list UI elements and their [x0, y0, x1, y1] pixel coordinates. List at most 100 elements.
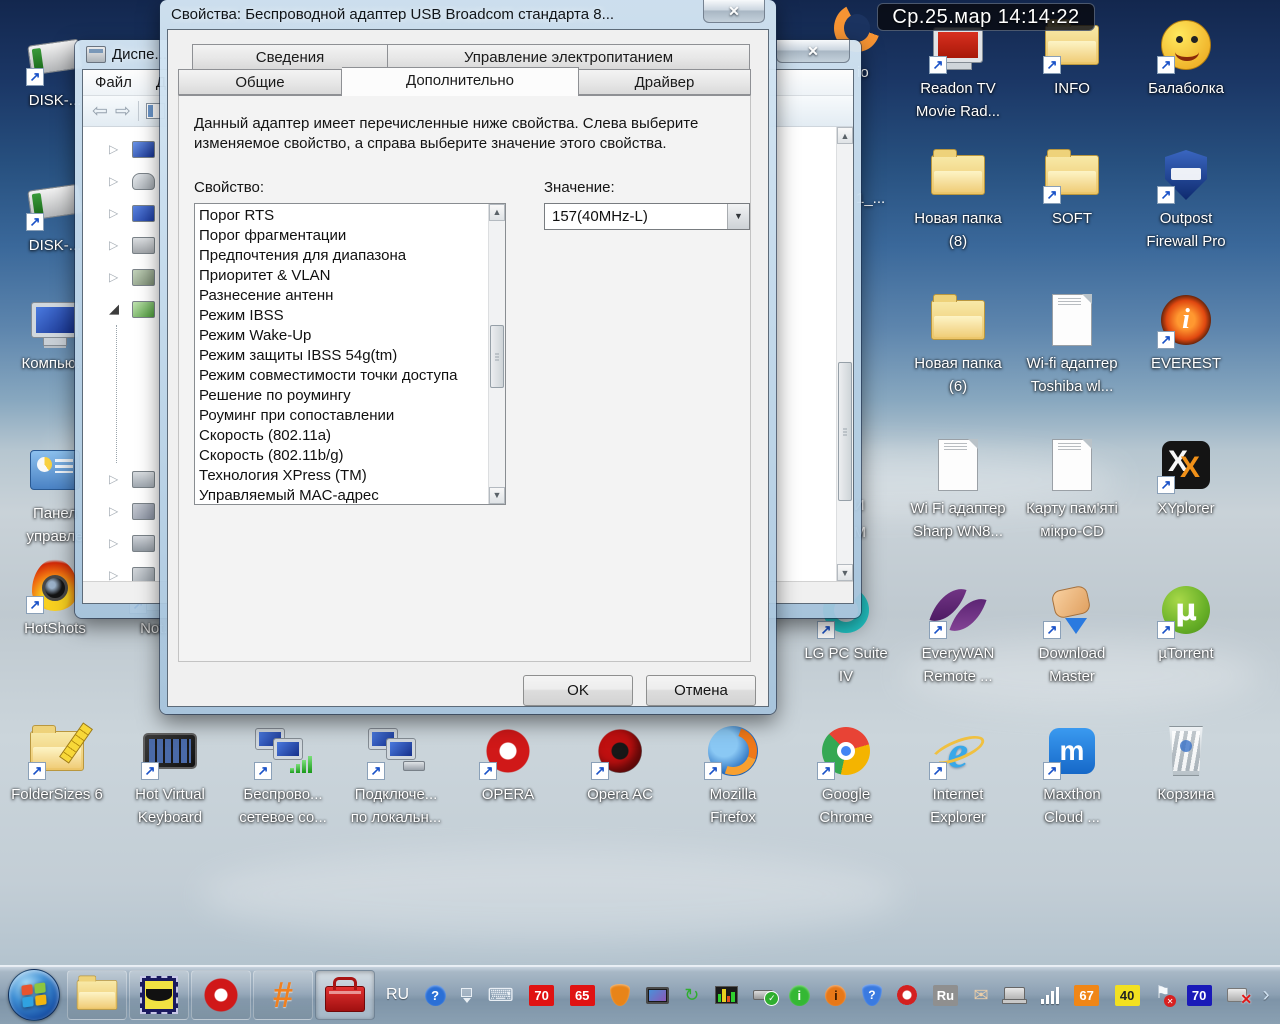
equalizer-tray-icon[interactable] — [714, 986, 738, 1004]
scroll-down-icon[interactable]: ▼ — [489, 486, 505, 504]
tab-driver[interactable]: Драйвер — [579, 69, 751, 95]
property-item[interactable]: Порог RTS — [199, 206, 488, 226]
desktop-icon-download-master[interactable]: ↗ Download Master — [1020, 581, 1124, 689]
desktop-icon-firefox[interactable]: ↗ Mozilla Firefox — [681, 722, 785, 830]
desktop-icon-wifi-sharp[interactable]: Wi Fi адаптер Sharp WN8... — [906, 436, 1010, 544]
expand-icon[interactable]: ▷ — [109, 206, 123, 220]
scrollbar-track[interactable] — [489, 221, 505, 487]
taskbar-opera-button[interactable] — [191, 970, 251, 1020]
desktop-icon-readon-tv[interactable]: ↗ Readon TV Movie Rad... — [906, 16, 1010, 124]
desktop-icon-everywan[interactable]: ↗ EveryWAN Remote ... — [906, 581, 1010, 689]
load-badge-67-orange[interactable]: 67 — [1074, 984, 1100, 1006]
scrollbar-track[interactable] — [837, 144, 853, 564]
cancel-button[interactable]: Отмена — [646, 675, 756, 706]
dialog-close-button[interactable]: ✕ — [703, 0, 765, 23]
device-manager-close-button[interactable]: ✕ — [776, 40, 850, 63]
property-item[interactable]: Скорость (802.11a) — [199, 426, 488, 446]
scroll-down-icon[interactable]: ▼ — [837, 564, 853, 581]
property-item[interactable]: Скорость (802.11b/g) — [199, 446, 488, 466]
taskbar-hash-button[interactable]: # — [253, 970, 313, 1020]
temp-badge-70-red[interactable]: 70 — [529, 984, 555, 1006]
action-center-flag-icon[interactable]: ✕ — [1155, 983, 1177, 1007]
property-item[interactable]: Режим IBSS — [199, 306, 488, 326]
property-item[interactable]: Порог фрагментации — [199, 226, 488, 246]
blue-shield-tray-icon[interactable]: ? — [861, 984, 882, 1006]
display-tray-icon[interactable] — [645, 986, 669, 1004]
desktop-icon-foldersizes[interactable]: ↗ FolderSizes 6 — [5, 722, 109, 806]
collapse-icon[interactable]: ◢ — [109, 301, 123, 317]
taskbar-toolbox-button[interactable] — [315, 970, 375, 1020]
temp-badge-65-red[interactable]: 65 — [569, 984, 595, 1006]
tray-expand-chevron[interactable]: › — [1263, 983, 1270, 1007]
expand-icon[interactable]: ▷ — [109, 536, 123, 550]
punto-ru-tray-icon[interactable]: Ru — [932, 984, 958, 1006]
desktop-icon-everest[interactable]: i ↗ EVEREST — [1134, 291, 1238, 375]
desktop-icon-outpost[interactable]: ↗ Outpost Firewall Pro — [1134, 146, 1238, 254]
property-item[interactable]: Режим Wake-Up — [199, 326, 488, 346]
expand-icon[interactable]: ▷ — [109, 238, 123, 252]
device-tree-scrollbar[interactable]: ▲ ▼ — [836, 127, 853, 581]
property-item[interactable]: Разнесение антенн — [199, 286, 488, 306]
value-combobox[interactable]: 157(40MHz-L) ▼ — [544, 202, 750, 230]
scrollbar-thumb[interactable] — [838, 362, 852, 501]
desktop-icon-internet-explorer[interactable]: e ↗ Internet Explorer — [906, 722, 1010, 830]
ok-button[interactable]: OK — [523, 675, 633, 706]
usb-ok-tray-icon[interactable] — [753, 990, 780, 1006]
tab-advanced[interactable]: Дополнительно — [342, 67, 579, 96]
desktop-icon-maxthon[interactable]: m ↗ Maxthon Cloud ... — [1020, 722, 1124, 830]
desktop-icon-opera-ac[interactable]: ↗ Opera AC — [568, 722, 672, 806]
desktop-icon-memory-card[interactable]: Карту пам'яті мікро-CD — [1020, 436, 1124, 544]
desktop-icon-utorrent[interactable]: µ ↗ µTorrent — [1134, 581, 1238, 665]
property-item[interactable]: Технология XPress (TM) — [199, 466, 488, 486]
property-item[interactable]: Приоритет & VLAN — [199, 266, 488, 286]
menu-file[interactable]: Файл — [95, 74, 132, 91]
laptop-tray-icon[interactable] — [1002, 986, 1028, 1004]
load-badge-70-blue[interactable]: 70 — [1186, 984, 1212, 1006]
language-indicator[interactable]: RU — [386, 986, 409, 1004]
show-hidden-icons[interactable] — [461, 987, 473, 1003]
property-listbox[interactable]: Порог RTS Порог фрагментации Предпочтения … — [194, 202, 506, 505]
property-item[interactable]: Предпочтения для диапазона — [199, 246, 488, 266]
keyboard-tray-icon[interactable]: ⌨ — [488, 986, 514, 1004]
scrollbar-thumb[interactable] — [490, 324, 504, 389]
help-tray-icon[interactable]: ? — [424, 984, 446, 1006]
load-badge-40-yellow[interactable]: 40 — [1114, 984, 1140, 1006]
desktop-icon-chrome[interactable]: ↗ Google Chrome — [794, 722, 898, 830]
signal-bars-tray-icon[interactable] — [1040, 986, 1059, 1004]
desktop-icon-new-folder-6[interactable]: Новая папка (6) — [906, 291, 1010, 399]
dialog-titlebar[interactable]: Свойства: Беспроводной адаптер USB Broad… — [167, 0, 769, 29]
taskbar-explorer-button[interactable] — [67, 970, 127, 1020]
expand-icon[interactable]: ▷ — [109, 504, 123, 518]
property-item[interactable]: Решение по роумингу — [199, 386, 488, 406]
chevron-down-icon[interactable]: ▼ — [727, 203, 749, 229]
scroll-up-icon[interactable]: ▲ — [837, 127, 853, 144]
forward-icon[interactable]: ⇨ — [115, 102, 131, 121]
desktop-icon-wifi-toshiba[interactable]: Wi-fi адаптер Toshiba wl... — [1020, 291, 1124, 399]
green-info-tray-icon[interactable]: i — [788, 984, 810, 1006]
desktop-icon-opera[interactable]: ↗ OPERA — [456, 722, 560, 806]
property-item[interactable]: Управляемый MAC-адрес — [199, 486, 488, 504]
listbox-scrollbar[interactable]: ▲ ▼ — [488, 203, 505, 504]
desktop-icon-soft[interactable]: ↗ SOFT — [1020, 146, 1124, 230]
property-item[interactable]: Роуминг при сопоставлении — [199, 406, 488, 426]
scroll-up-icon[interactable]: ▲ — [489, 203, 505, 221]
expand-icon[interactable]: ▷ — [109, 270, 123, 284]
tab-general[interactable]: Общие — [178, 69, 342, 95]
mail-tray-icon[interactable]: ✉ — [973, 986, 988, 1004]
desktop-icon-new-folder-8[interactable]: Новая папка (8) — [906, 146, 1010, 254]
everest-tray-icon[interactable]: i — [825, 984, 847, 1006]
orange-shield-tray-icon[interactable] — [610, 984, 631, 1006]
desktop-icon-recycle-bin[interactable]: Корзина — [1134, 722, 1238, 806]
desktop-icon-balabolka[interactable]: ↗ Балаболка — [1134, 16, 1238, 100]
taskbar-thebat-button[interactable] — [129, 970, 189, 1020]
desktop-icon-hot-virtual-keyboard[interactable]: ↗ Hot Virtual Keyboard — [118, 722, 222, 830]
safely-remove-hardware-icon[interactable]: ✕ — [1227, 988, 1252, 1006]
property-item[interactable]: Режим защиты IBSS 54g(tm) — [199, 346, 488, 366]
back-icon[interactable]: ⇦ — [92, 102, 108, 121]
property-item[interactable]: Режим совместимости точки доступа — [199, 366, 488, 386]
expand-icon[interactable]: ▷ — [109, 568, 123, 581]
sync-tray-icon[interactable]: ↻ — [684, 986, 699, 1004]
desktop-icon-lan-connection[interactable]: ↗ Подключе... по локальн... — [344, 722, 448, 830]
start-button[interactable] — [8, 969, 60, 1021]
expand-icon[interactable]: ▷ — [109, 174, 123, 188]
